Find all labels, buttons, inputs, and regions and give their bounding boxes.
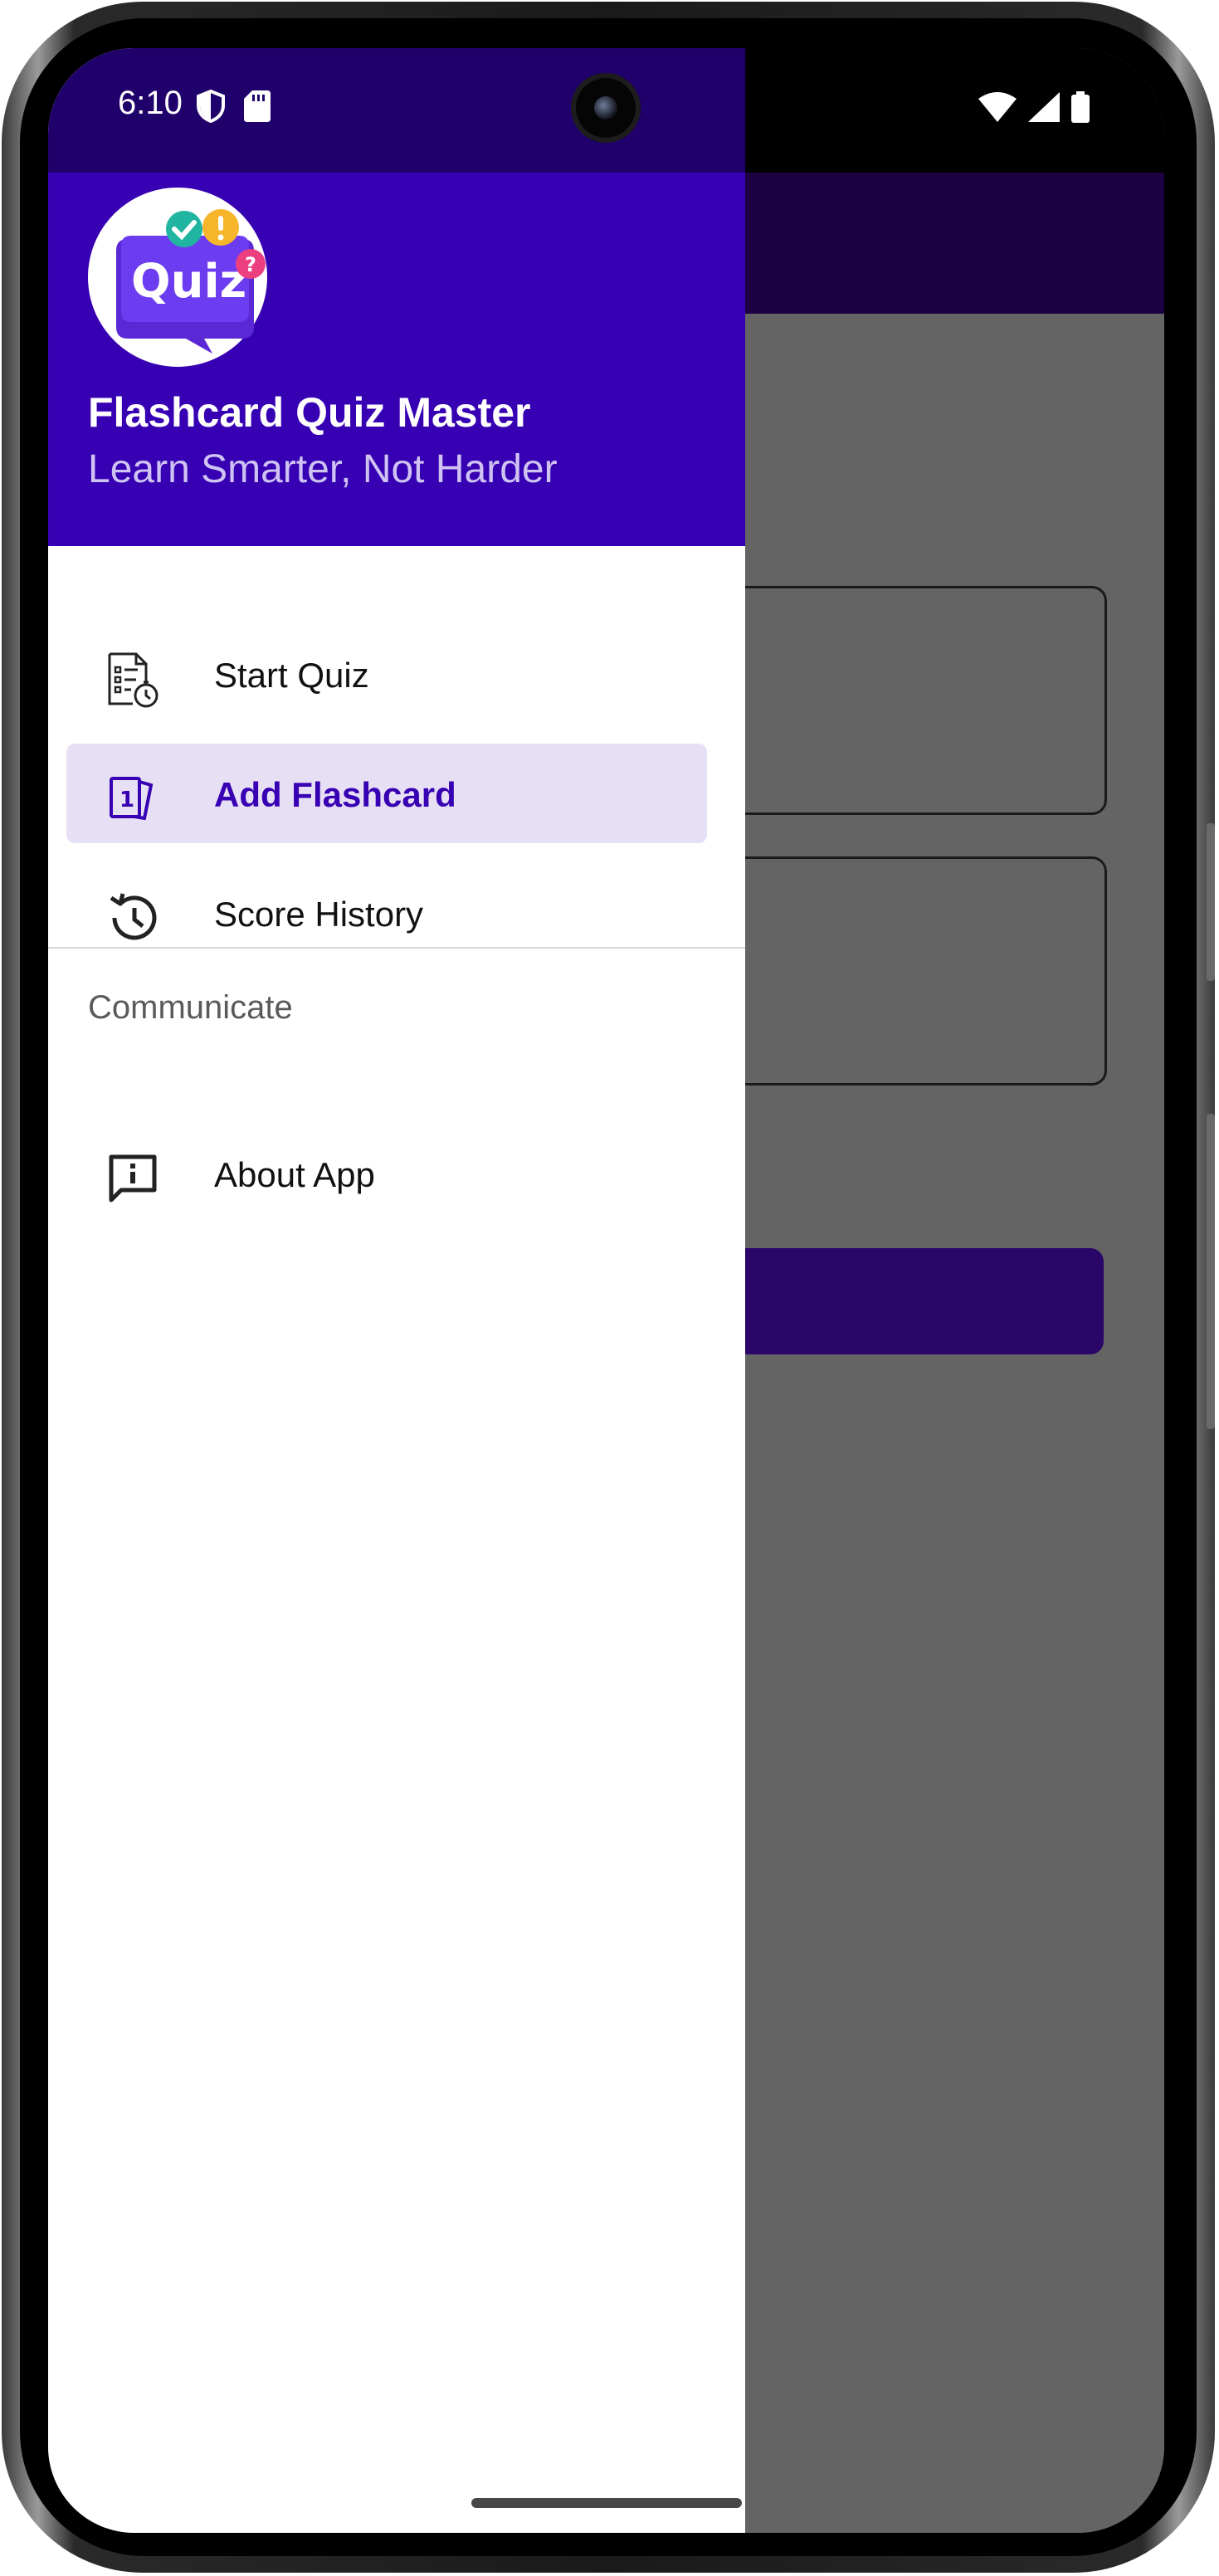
signal-icon	[1028, 92, 1060, 122]
status-icons-left	[196, 90, 271, 123]
shield-icon	[197, 90, 225, 123]
flashcard-icon: 1	[103, 768, 163, 828]
svg-text:?: ?	[245, 253, 256, 276]
drawer-status-bar: 6:10	[48, 48, 745, 173]
front-camera	[571, 73, 641, 143]
nav-item-start-quiz[interactable]: Start Quiz	[66, 624, 707, 724]
navigation-drawer: 6:10 Quiz ? Flashcard Quiz Master Learn …	[48, 48, 745, 2533]
app-logo: Quiz ?	[88, 188, 267, 367]
logo-text: Quiz	[131, 255, 246, 309]
status-time: 6:10	[118, 85, 183, 121]
nav-item-label: Score History	[214, 895, 424, 934]
quiz-timer-icon	[103, 649, 163, 709]
home-indicator[interactable]	[471, 2498, 742, 2508]
volume-button	[1207, 823, 1215, 981]
sd-card-icon	[244, 90, 271, 122]
wifi-icon	[978, 92, 1017, 122]
info-message-icon	[103, 1149, 163, 1208]
quiz-logo-icon: Quiz ?	[116, 209, 266, 354]
history-icon	[103, 888, 163, 948]
screen: ncard D 6:10	[48, 48, 1164, 2533]
status-icons-right	[978, 91, 1090, 123]
nav-item-label: Add Flashcard	[214, 775, 456, 814]
app-title: Flashcard Quiz Master	[88, 389, 531, 436]
svg-text:1: 1	[119, 788, 134, 812]
app-subtitle: Learn Smarter, Not Harder	[88, 447, 558, 491]
nav-item-label: Start Quiz	[214, 656, 369, 695]
battery-icon	[1071, 91, 1090, 123]
power-button	[1207, 1114, 1215, 1429]
nav-item-add-flashcard[interactable]: 1 Add Flashcard	[66, 744, 707, 843]
nav-item-about-app[interactable]: About App	[66, 1124, 707, 1223]
nav-item-label: About App	[214, 1155, 375, 1194]
section-header-communicate: Communicate	[88, 989, 293, 1026]
drawer-divider	[48, 947, 745, 949]
